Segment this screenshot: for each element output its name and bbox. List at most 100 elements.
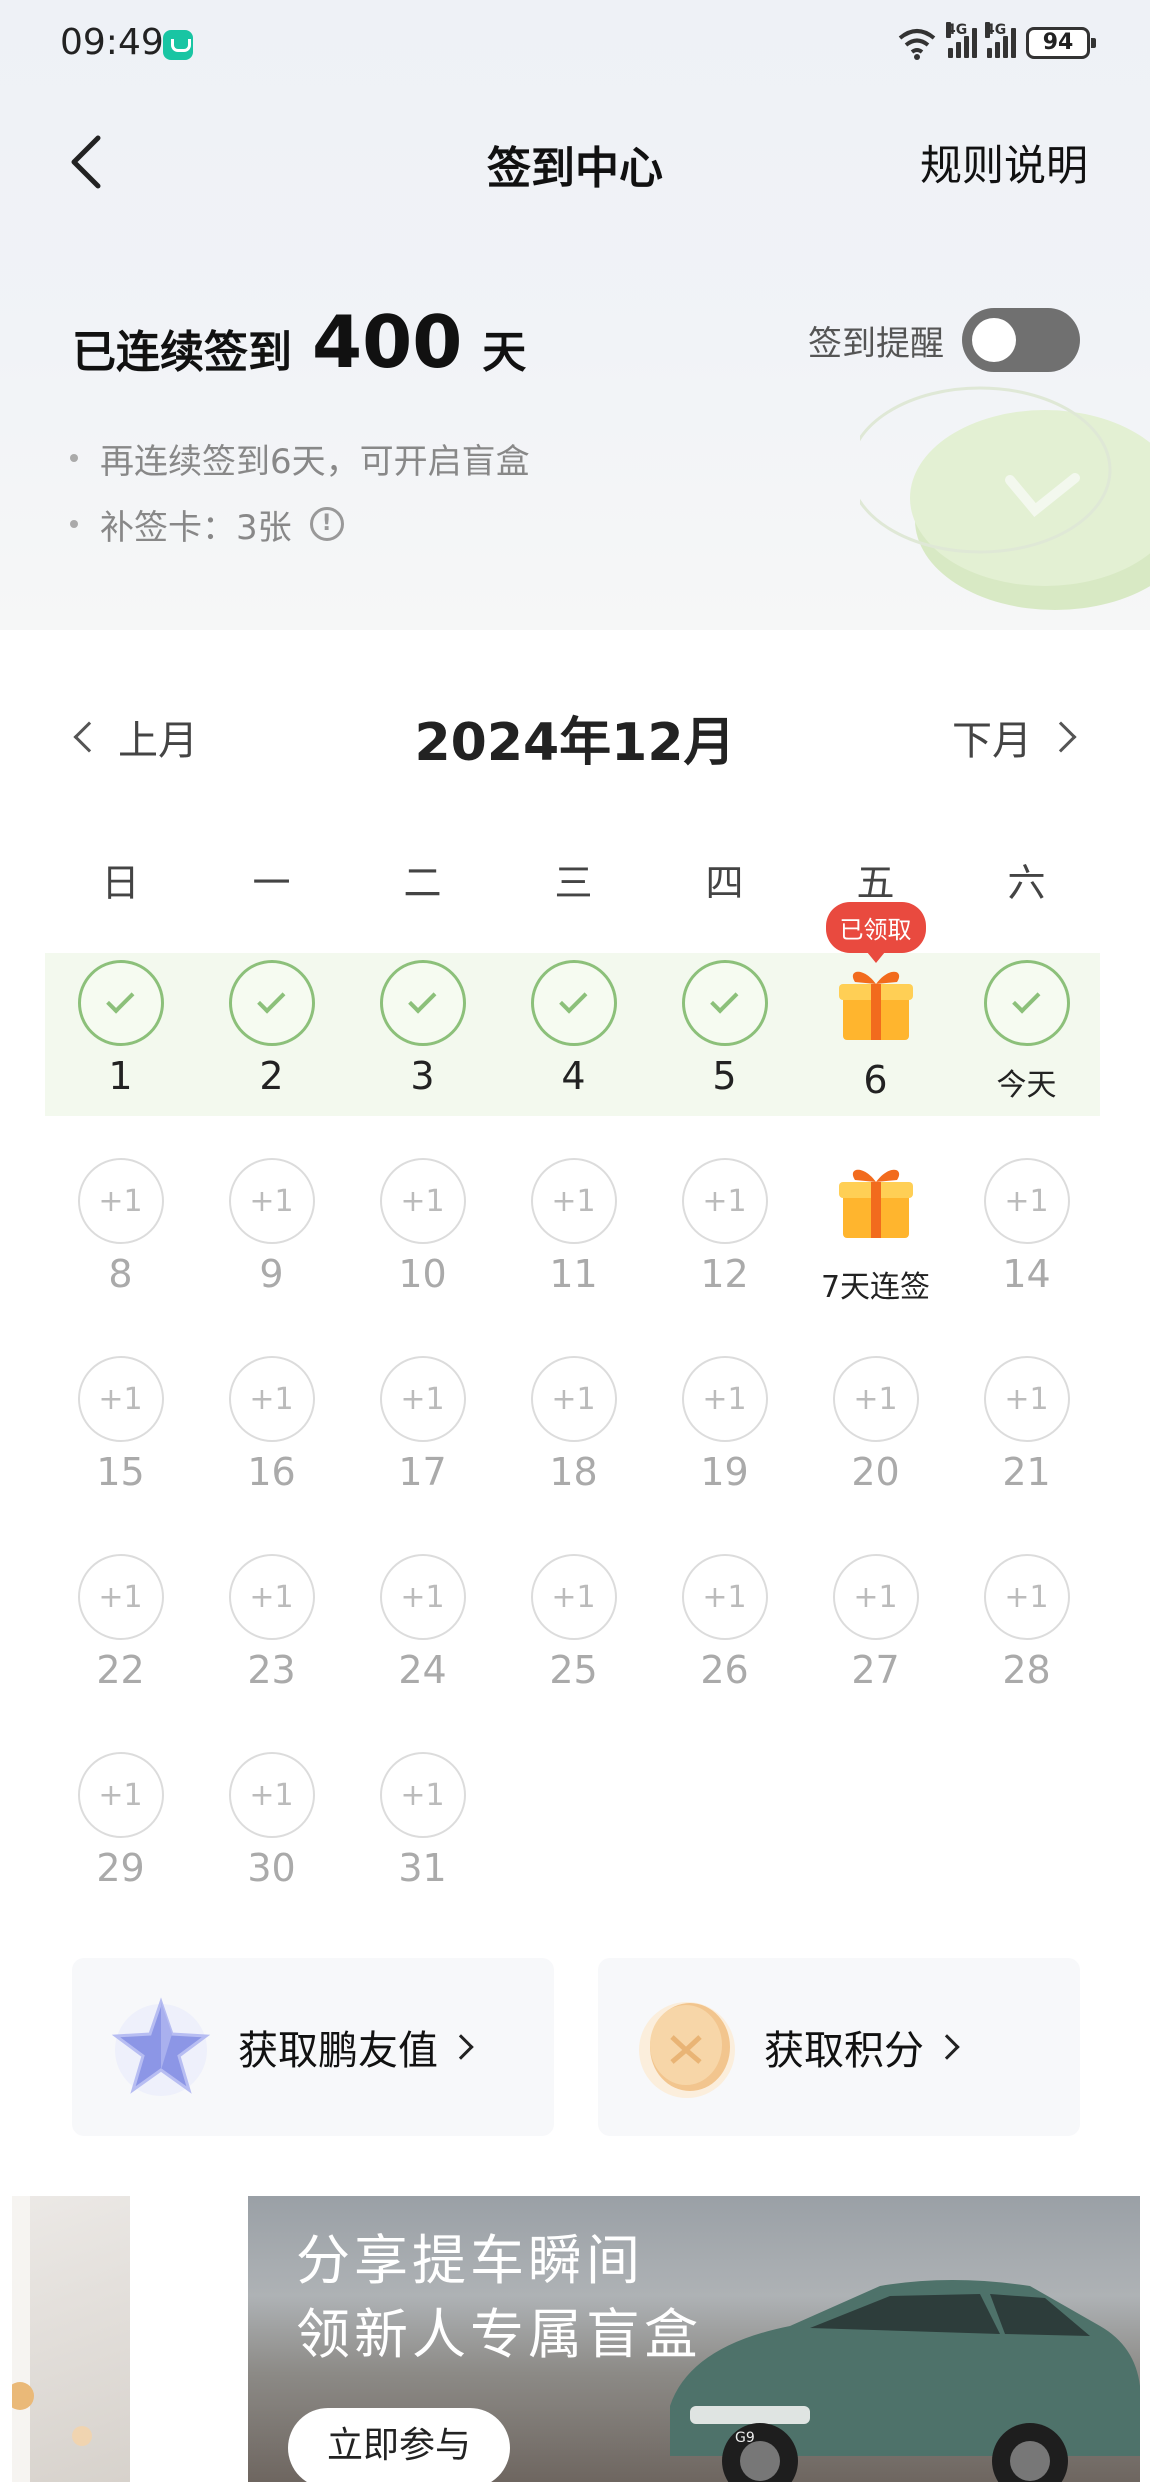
calendar-day[interactable]: +1 22 <box>45 1554 196 1752</box>
calendar-day[interactable]: +1 29 <box>45 1752 196 1950</box>
next-month-label: 下月 <box>952 718 1032 764</box>
rules-link[interactable]: 规则说明 <box>920 132 1088 193</box>
calendar-day[interactable]: +1 12 <box>649 1158 800 1356</box>
calendar-day[interactable]: 今天 <box>951 960 1102 1158</box>
calendar-day[interactable]: +1 26 <box>649 1554 800 1752</box>
calendar-day[interactable]: +1 27 <box>800 1554 951 1752</box>
calendar-day[interactable]: +1 19 <box>649 1356 800 1554</box>
tip-blind-box: 再连续签到6天，可开启盲盒 <box>70 425 530 491</box>
reward-circle: +1 <box>228 1158 315 1244</box>
day-number: 28 <box>1002 1648 1051 1692</box>
weekday-label: 六 <box>1007 861 1046 905</box>
points-card[interactable]: 获取积分 <box>598 1958 1080 2136</box>
checkmark-icon <box>709 985 738 1014</box>
day-number: 12 <box>700 1252 749 1296</box>
reward-circle: +1 <box>530 1554 617 1640</box>
calendar-week: +1 29 +1 30 +1 31 <box>45 1752 1105 1950</box>
calendar-day[interactable]: 7天连签 <box>800 1158 951 1356</box>
network-type-label: 4G <box>946 22 968 38</box>
banner-prev-slide[interactable] <box>12 2196 130 2482</box>
prev-month-button[interactable]: 上月 <box>73 708 198 766</box>
bullet-dot <box>70 520 78 528</box>
day-number: 18 <box>549 1450 598 1494</box>
reward-circle: +1 <box>77 1158 164 1244</box>
calendar-day[interactable]: +1 17 <box>347 1356 498 1554</box>
calendar-week: +1 22 +1 23 +1 24 +1 25 +1 26 +1 27 +1 28 <box>45 1554 1105 1752</box>
join-now-button[interactable]: 立即参与 <box>288 2408 510 2482</box>
day-number: 10 <box>398 1252 447 1296</box>
next-month-button[interactable]: 下月 <box>952 708 1077 766</box>
calendar-day[interactable]: +1 25 <box>498 1554 649 1752</box>
calendar-day[interactable]: +1 24 <box>347 1554 498 1752</box>
checked-circle <box>530 960 617 1046</box>
day-number: 3 <box>410 1054 435 1098</box>
info-icon[interactable]: ! <box>309 507 344 541</box>
status-bar: 09:49 4G 4G 94 <box>0 0 1150 92</box>
promo-decoration-icon <box>12 2196 92 2482</box>
toggle-knob <box>972 318 1016 362</box>
reward-circle: +1 <box>379 1554 466 1640</box>
check-coin-decoration-icon <box>860 386 1150 610</box>
weekday-label: 一 <box>252 861 291 905</box>
points-label: 获取积分 <box>764 2028 924 2074</box>
reward-circle: +1 <box>983 1158 1070 1244</box>
calendar-day[interactable]: +1 28 <box>951 1554 1102 1752</box>
app-notification-icon <box>163 30 193 60</box>
battery-icon: 94 <box>1026 27 1096 59</box>
reminder-toggle[interactable] <box>962 308 1080 372</box>
calendar-day[interactable]: +1 30 <box>196 1752 347 1950</box>
checkmark-icon <box>105 985 134 1014</box>
calendar-day[interactable]: +1 8 <box>45 1158 196 1356</box>
calendar-day[interactable]: +1 20 <box>800 1356 951 1554</box>
wifi-icon <box>898 29 936 60</box>
tip-blind-box-text: 再连续签到6天，可开启盲盒 <box>100 441 530 482</box>
prev-month-label: 上月 <box>118 718 198 764</box>
status-indicators: 4G 4G 94 <box>896 22 1096 60</box>
reward-circle: +1 <box>832 1554 919 1640</box>
back-arrow-icon[interactable] <box>62 130 116 194</box>
calendar-day[interactable]: 4 <box>498 960 649 1158</box>
reward-circle: +1 <box>983 1356 1070 1442</box>
weekday-label: 三 <box>554 861 593 905</box>
calendar-day[interactable]: 2 <box>196 960 347 1158</box>
day-number: 29 <box>96 1846 145 1890</box>
cell-signal-1-icon: 4G <box>946 22 977 58</box>
chevron-right-icon <box>1045 721 1077 753</box>
calendar-day[interactable]: 5 <box>649 960 800 1158</box>
calendar-day[interactable]: +1 10 <box>347 1158 498 1356</box>
calendar-day[interactable]: +1 23 <box>196 1554 347 1752</box>
calendar-day[interactable]: +1 21 <box>951 1356 1102 1554</box>
calendar-day[interactable]: 3 <box>347 960 498 1158</box>
calendar-day[interactable]: +1 18 <box>498 1356 649 1554</box>
weekday-label: 五 <box>856 861 895 905</box>
calendar-day[interactable]: +1 9 <box>196 1158 347 1356</box>
calendar-day[interactable]: 1 <box>45 960 196 1158</box>
reward-circle: +1 <box>681 1158 768 1244</box>
calendar-day[interactable]: 已领取 6 <box>800 902 951 1158</box>
calendar-day[interactable]: +1 16 <box>196 1356 347 1554</box>
streak-prefix: 已连续签到 <box>72 327 292 378</box>
day-number: 4 <box>561 1054 586 1098</box>
checked-circle <box>228 960 315 1046</box>
star-crystal-icon <box>111 1997 211 2096</box>
checkmark-icon <box>256 985 285 1014</box>
day-number: 21 <box>1002 1450 1051 1494</box>
streak-summary: 已连续签到 400 天 <box>72 300 526 384</box>
reward-circle: +1 <box>228 1554 315 1640</box>
reward-circle: +1 <box>983 1554 1070 1640</box>
calendar-day[interactable]: +1 11 <box>498 1158 649 1356</box>
calendar-day[interactable]: +1 15 <box>45 1356 196 1554</box>
weekday-label: 日 <box>101 861 140 905</box>
promo-banner[interactable]: 分享提车瞬间 领新人专属盲盒 G9 立即参与 <box>248 2196 1140 2482</box>
friend-value-card[interactable]: 获取鹏友值 <box>72 1958 554 2136</box>
reward-circle: +1 <box>379 1158 466 1244</box>
gift-box-icon <box>838 971 913 1040</box>
calendar-day[interactable]: +1 14 <box>951 1158 1102 1356</box>
checked-circle <box>379 960 466 1046</box>
day-number: 9 <box>259 1252 284 1296</box>
weekday-header: 日一二三四五六 <box>45 852 1105 907</box>
calendar-day[interactable]: +1 31 <box>347 1752 498 1950</box>
day-number: 15 <box>96 1450 145 1494</box>
network-type-label: 4G <box>985 22 1007 38</box>
tip-makeup-cards: 补签卡：3张 ! <box>70 491 530 557</box>
